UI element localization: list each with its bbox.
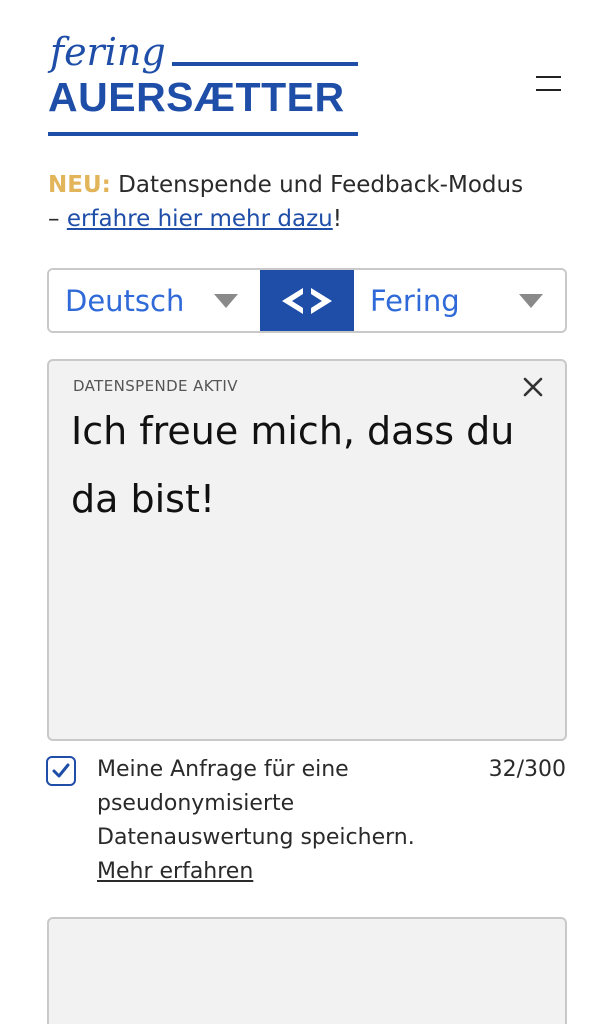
menu-button[interactable]	[528, 70, 568, 100]
close-icon	[523, 377, 543, 397]
source-language-select[interactable]: Deutsch	[49, 270, 260, 331]
hamburger-icon-bar	[536, 89, 561, 91]
language-selector: Deutsch Fering	[47, 268, 567, 333]
swap-languages-button[interactable]	[260, 270, 354, 331]
target-language-select[interactable]: Fering	[354, 270, 565, 331]
announcement-text: Datenspende und Feedback-Modus	[110, 172, 524, 198]
logo-fering-text: fering	[50, 30, 166, 74]
consent-checkbox[interactable]	[46, 756, 76, 786]
data-donation-status: DATENSPENDE AKTIV	[73, 377, 238, 395]
logo-wordmark: AUERSÆTTER	[48, 74, 345, 120]
target-language-label: Fering	[370, 283, 460, 318]
source-text-area[interactable]: DATENSPENDE AKTIV Ich freue mich, dass d…	[47, 359, 567, 741]
translation-output	[47, 917, 567, 1024]
site-logo[interactable]: fering AUERSÆTTER	[48, 30, 360, 140]
new-badge: NEU:	[48, 172, 111, 198]
checkmark-icon	[52, 763, 70, 778]
learn-more-link[interactable]: erfahre hier mehr dazu	[67, 206, 333, 232]
more-info-link[interactable]: Mehr erfahren	[97, 855, 253, 889]
announcement: NEU: Datenspende und Feedback-Modus – er…	[48, 168, 568, 236]
character-counter: 32/300	[488, 757, 566, 782]
announcement-suffix: !	[332, 206, 342, 232]
page: fering AUERSÆTTER NEU: Datenspende und F…	[0, 0, 614, 1024]
logo-rule-top	[172, 62, 358, 66]
swap-arrows-icon	[282, 287, 332, 314]
source-text[interactable]: Ich freue mich, dass du da bist!	[71, 397, 531, 533]
clear-input-button[interactable]	[521, 375, 545, 399]
source-language-label: Deutsch	[65, 283, 185, 318]
logo-rule-bottom	[48, 132, 358, 136]
announcement-dash: –	[48, 206, 67, 232]
consent-text: Meine Anfrage für eine pseudonymisierte …	[97, 757, 415, 850]
hamburger-icon-bar	[536, 76, 561, 78]
chevron-down-icon	[519, 293, 543, 308]
chevron-down-icon	[214, 293, 238, 308]
